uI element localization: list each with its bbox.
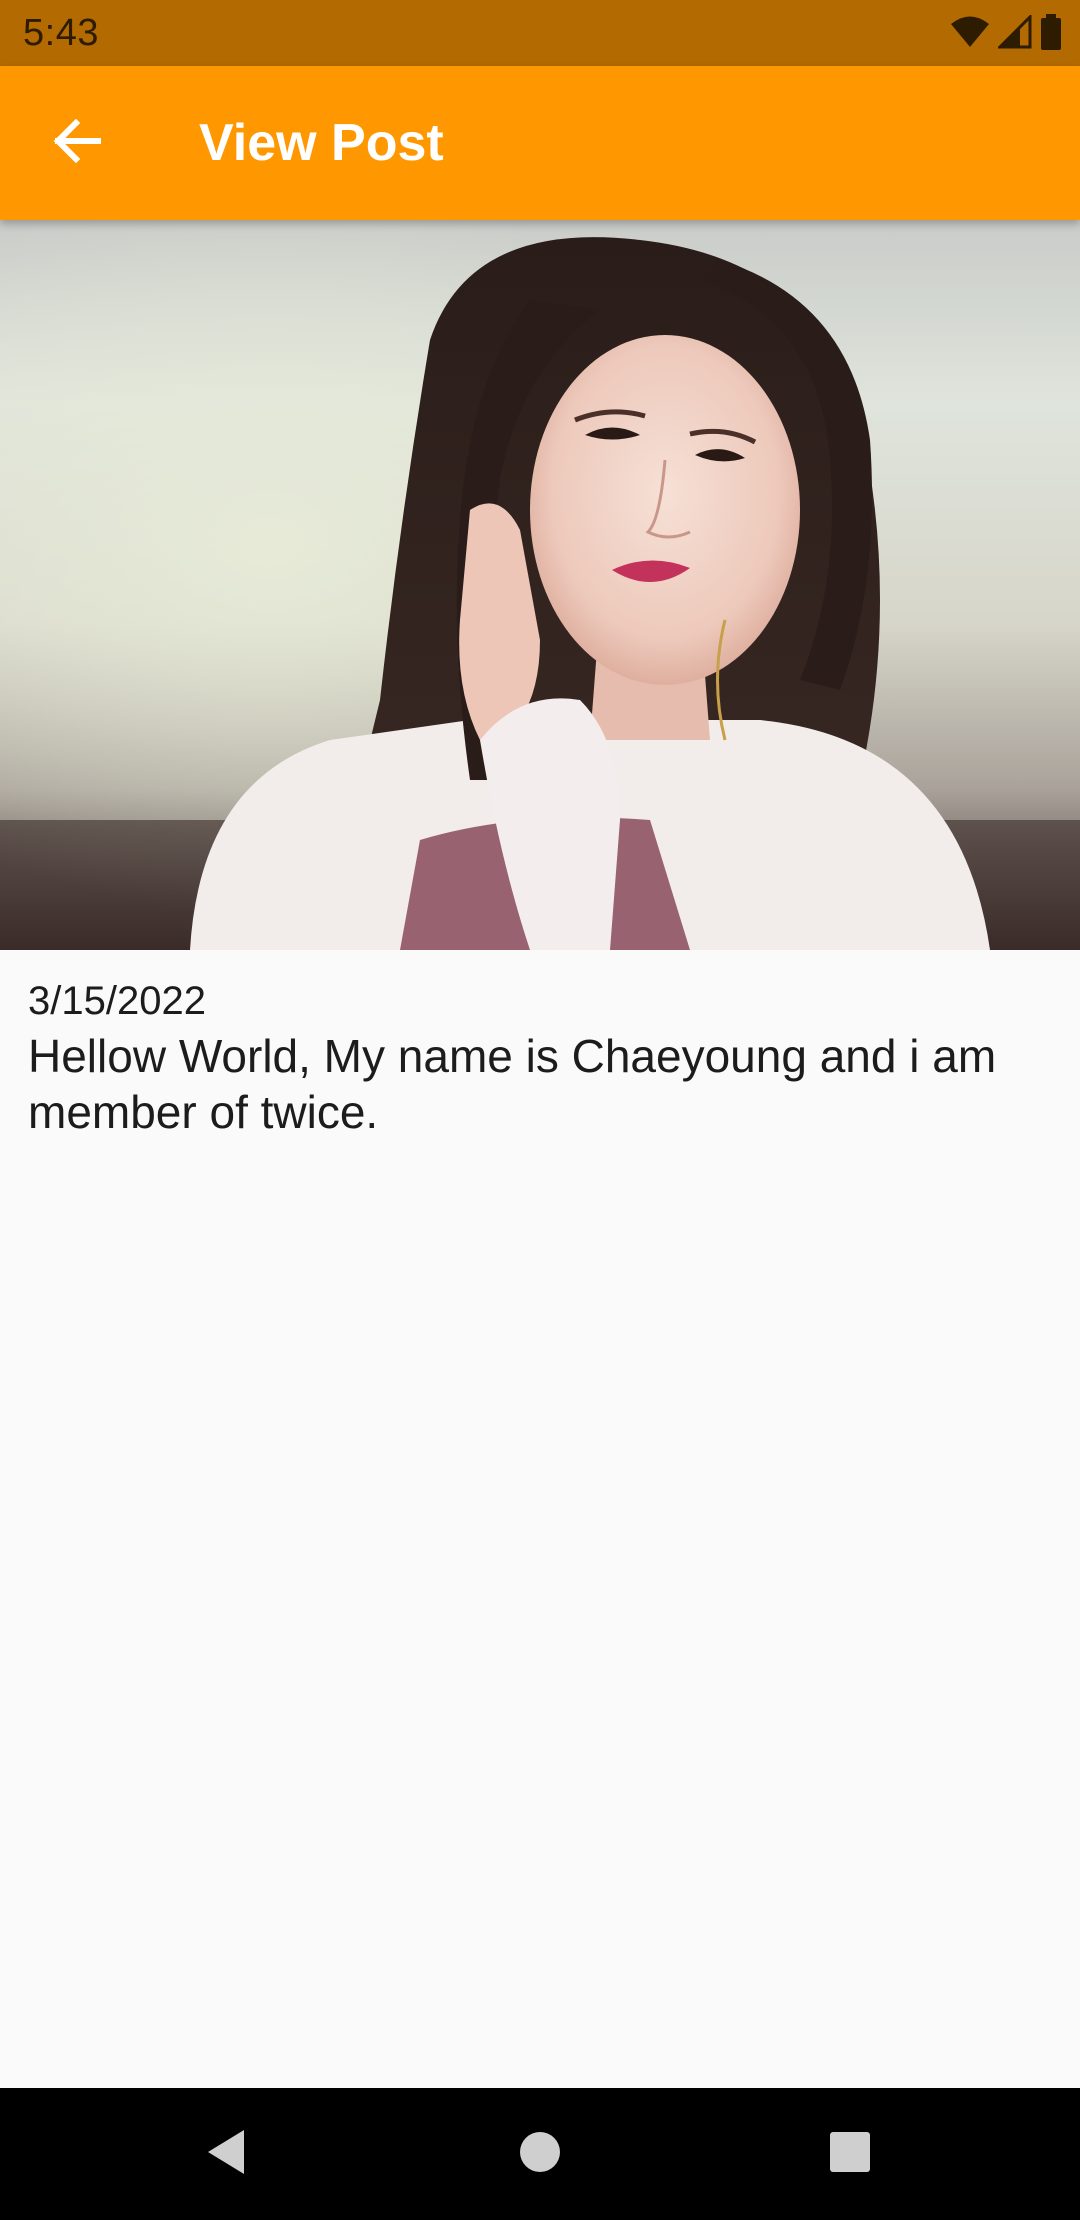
back-button[interactable]: [44, 99, 110, 187]
post-text: Hellow World, My name is Chaeyoung and i…: [28, 1030, 997, 1138]
nav-recents-button[interactable]: [804, 2108, 896, 2200]
status-time: 5:43: [23, 12, 99, 54]
home-circle-icon: [518, 2130, 562, 2179]
cellular-signal-icon: [996, 13, 1032, 54]
app-bar: View Post: [0, 66, 1080, 220]
status-bar: 5:43: [0, 0, 1080, 66]
nav-home-button[interactable]: [494, 2108, 586, 2200]
back-triangle-icon: [204, 2128, 248, 2181]
wifi-icon: [950, 15, 990, 54]
navigation-bar: [0, 2088, 1080, 2220]
recents-square-icon: [829, 2131, 871, 2178]
battery-icon: [1040, 14, 1062, 55]
arrow-back-icon: [52, 118, 102, 168]
nav-back-button[interactable]: [180, 2108, 272, 2200]
status-icons: [950, 13, 1062, 55]
post-date: 3/15/2022: [28, 979, 206, 1023]
page-title: View Post: [199, 114, 444, 172]
post-image: [0, 220, 1080, 950]
